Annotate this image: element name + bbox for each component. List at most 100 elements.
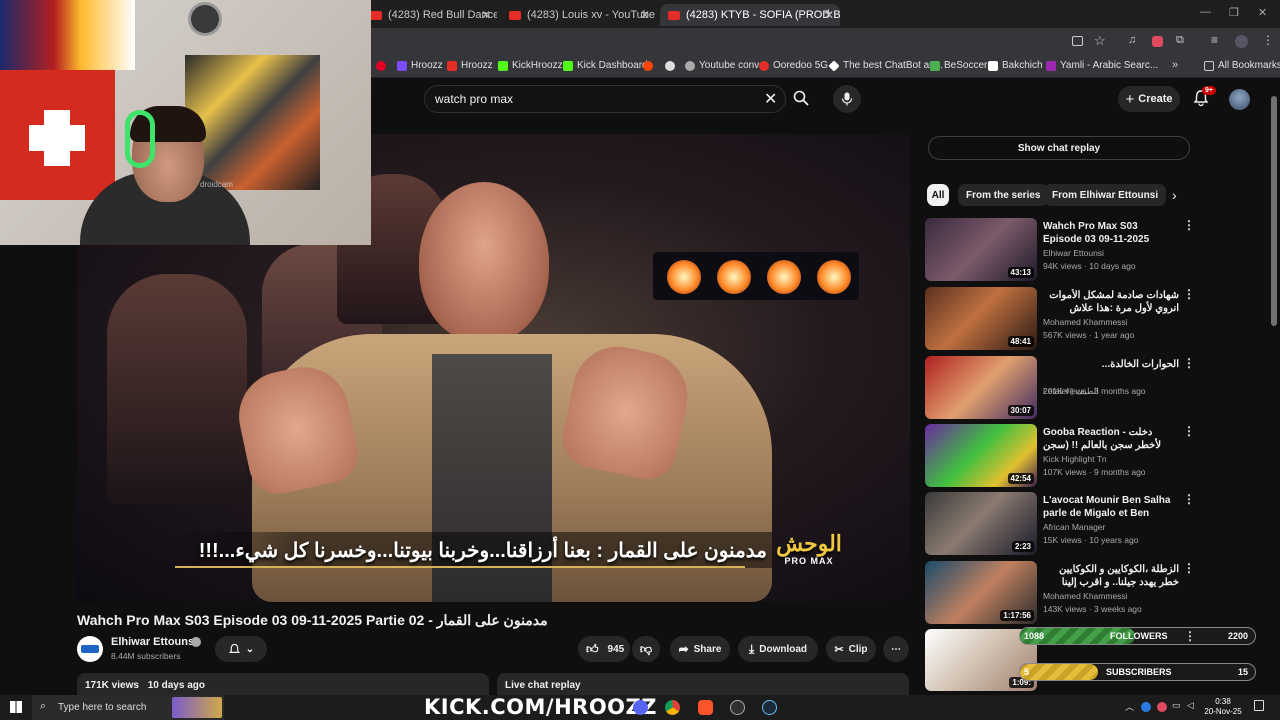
menu-dots-icon[interactable]: ⋮ (1262, 33, 1274, 47)
more-vertical-icon[interactable]: ⋮ (1183, 357, 1195, 369)
windows-start-icon[interactable] (10, 701, 22, 713)
more-vertical-icon[interactable]: ⋮ (1183, 562, 1195, 574)
live-chat-replay-header[interactable]: Live chat replay (497, 673, 909, 695)
close-tab-icon[interactable]: ✕ (640, 8, 650, 22)
more-vertical-icon[interactable]: ⋮ (1183, 219, 1195, 231)
extension-red-icon[interactable] (1152, 36, 1163, 47)
profile-icon[interactable] (1235, 35, 1248, 48)
view-count: 171K views (85, 680, 139, 691)
bookmark-item[interactable]: Bakchich (988, 60, 1043, 71)
bookmark-item[interactable]: Yamli - Arabic Searc... (1046, 60, 1158, 71)
chevron-right-icon[interactable]: › (1172, 187, 1177, 203)
bookmark-item[interactable]: The best ChatBot an... (828, 59, 943, 72)
show-logo-text: الوحش (776, 531, 842, 556)
volume-icon[interactable]: ◁ (1187, 700, 1194, 711)
close-tab-icon[interactable]: ✕ (481, 8, 491, 22)
pinterest-icon[interactable] (376, 61, 386, 71)
discord-icon[interactable] (633, 700, 648, 715)
search-box[interactable]: ✕ (424, 85, 786, 113)
more-vertical-icon[interactable]: ⋮ (1184, 629, 1196, 643)
network-icon[interactable]: ▭ (1172, 700, 1181, 711)
headset-icon (125, 110, 155, 168)
recommended-video[interactable]: 2:23 L'avocat Mounir Ben Salha parle de … (925, 492, 1195, 556)
search-icon[interactable] (793, 90, 809, 106)
taskbar-search[interactable]: ⌕ Type here to search (32, 695, 224, 720)
chip-from-series[interactable]: From the series (958, 184, 1049, 206)
recommended-video[interactable]: 43:13 Wahch Pro Max S03 Episode 03 09-11… (925, 218, 1195, 282)
download-button[interactable]: ⤓ Download (738, 636, 818, 662)
bookmark-item[interactable]: BeSoccer (930, 60, 987, 71)
bookmark-icon (685, 60, 695, 71)
subscribe-bell-button[interactable]: ⌄ (215, 636, 267, 662)
clear-search-icon[interactable]: ✕ (764, 89, 777, 109)
tray-icon[interactable] (1141, 702, 1151, 712)
channel-name[interactable]: Elhiwar Ettounsi (111, 636, 197, 648)
recommended-video[interactable]: 1:17:56 الزطلة ،الكوكايين و الكوكايين خط… (925, 561, 1195, 625)
bookmark-icon (988, 60, 998, 71)
voice-search-button[interactable] (833, 85, 861, 113)
more-actions-button[interactable]: ⋯ (883, 636, 909, 662)
guest-head (419, 182, 549, 342)
rec-title: L'avocat Mounir Ben Salha parle de Migal… (1043, 495, 1171, 519)
chip-all[interactable]: All (927, 184, 949, 206)
recommended-video[interactable]: 42:54 Gooba Reaction - دخلت لأخطر سجن با… (925, 424, 1195, 488)
dislike-button[interactable]: 👎︎ (632, 636, 660, 662)
search-icon: ⌕ (40, 700, 47, 712)
bookmark-item[interactable]: KickHroozz (498, 60, 563, 71)
description-box[interactable]: 171K views 10 days ago (77, 673, 489, 695)
rec-meta: 107K views · 9 months ago (1043, 467, 1146, 477)
taskbar-clock[interactable]: 0:38 20-Nov-25 (1200, 697, 1246, 717)
create-button[interactable]: + Create (1118, 86, 1180, 112)
minimize-icon[interactable]: — (1200, 6, 1211, 18)
bookmark-item[interactable]: Hroozz (447, 60, 493, 71)
notifications-button[interactable]: 9+ (1192, 86, 1216, 109)
steam-icon[interactable] (762, 700, 777, 715)
like-button[interactable]: 👍︎ 945 (578, 636, 630, 662)
rec-title: الحوارات الخالدة... (1101, 359, 1179, 370)
clip-button[interactable]: ✂ Clip (826, 636, 876, 662)
page-scrollbar[interactable] (1271, 96, 1277, 326)
more-bookmarks-icon[interactable]: » (1172, 59, 1178, 71)
bookmark-icon (828, 59, 840, 72)
reddit-icon[interactable] (643, 61, 653, 71)
github-icon[interactable] (665, 61, 675, 71)
reading-list-icon[interactable]: ≡ (1211, 33, 1218, 47)
video-thumbnail: 1:17:56 (925, 561, 1037, 624)
bookmark-item[interactable]: Kick Dashboard (563, 60, 648, 71)
browser-tab-active[interactable]: (4283) KTYB - SOFIA (PROD BY ✕ (660, 4, 840, 26)
puzzle-icon[interactable]: ⧉ (1176, 34, 1184, 47)
bookmark-item[interactable]: Hroozz (397, 60, 443, 71)
tray-icon[interactable] (1157, 702, 1167, 712)
chip-from-channel[interactable]: From Elhiwar Ettounsi (1044, 184, 1167, 206)
avatar[interactable] (1229, 89, 1250, 110)
more-vertical-icon[interactable]: ⋮ (1183, 425, 1195, 437)
more-vertical-icon[interactable]: ⋮ (1183, 288, 1195, 300)
browser-tab[interactable]: (4283) Louis xv - YouTube ✕ (501, 4, 656, 26)
more-vertical-icon[interactable]: ⋮ (1183, 493, 1195, 505)
search-input[interactable] (435, 92, 735, 106)
channel-avatar[interactable] (77, 636, 103, 662)
brave-icon[interactable] (698, 700, 713, 715)
notification-center-icon[interactable] (1254, 700, 1264, 711)
new-tab-button[interactable]: + (824, 5, 833, 22)
subscribers-goal-bar: 5 SUBSCRIBERS 15 (1019, 663, 1256, 681)
browser-tab[interactable]: (4283) Red Bull Dance Your Style ✕ (362, 4, 497, 26)
recommended-video[interactable]: 48:41 شهادات صادمة لمشكل الأموات انروي ل… (925, 287, 1195, 351)
install-icon[interactable] (1072, 36, 1083, 46)
star-icon[interactable]: ☆ (1094, 33, 1106, 49)
media-icon[interactable]: ♫ (1128, 34, 1136, 46)
share-button[interactable]: ➦ Share (670, 636, 730, 662)
show-chat-replay-button[interactable]: Show chat replay (928, 136, 1190, 160)
folder-icon (1204, 60, 1214, 71)
subscriber-count: 8.44M subscribers (111, 651, 181, 661)
chrome-icon[interactable] (665, 700, 680, 715)
bookmark-item[interactable]: Ooredoo 5G (759, 60, 828, 71)
bookmark-item[interactable]: Youtube conv (685, 60, 759, 71)
close-window-icon[interactable]: ✕ (1258, 6, 1267, 19)
recommended-video[interactable]: 30:07 الحوارات الخالدة... Letaief | الطي… (925, 356, 1195, 420)
maximize-icon[interactable]: ❐ (1229, 6, 1239, 19)
chevron-up-icon[interactable]: ︿ (1125, 700, 1134, 713)
kick-url-overlay: KICK.COM/HROOZZ (424, 695, 657, 719)
obs-icon[interactable] (730, 700, 745, 715)
all-bookmarks[interactable]: All Bookmarks (1204, 60, 1280, 71)
